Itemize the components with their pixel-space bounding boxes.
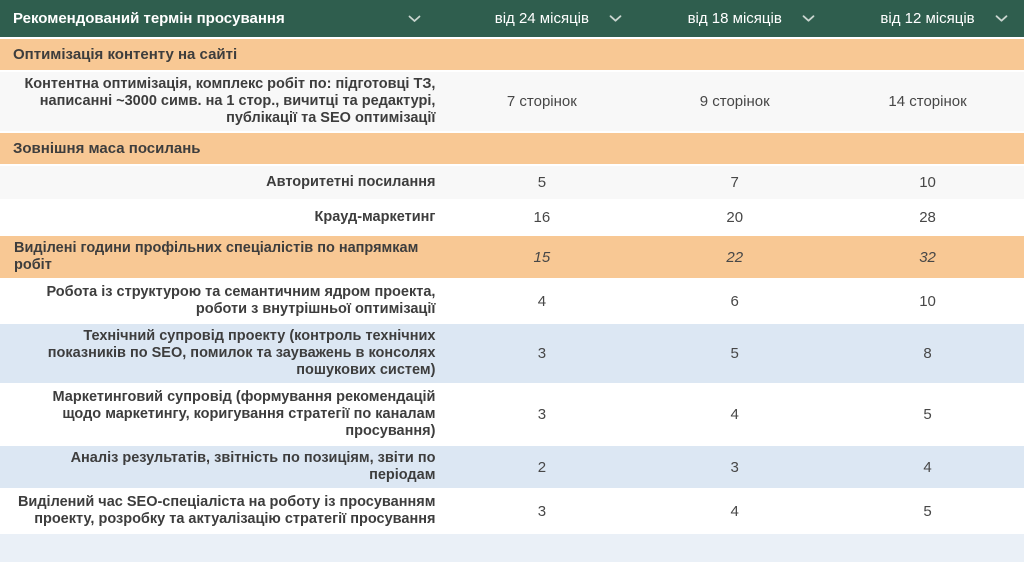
row-value-col-2: 5 xyxy=(923,406,932,423)
seo-pricing-table: Рекомендований термін просування від 24 … xyxy=(0,0,1024,570)
row-label: Аналіз результатів, звітність по позиція… xyxy=(70,450,436,483)
row-value-col-2: 10 xyxy=(919,292,936,310)
chevron-down-icon[interactable] xyxy=(408,15,421,23)
row-label-cell: Авторитетні посилання xyxy=(0,170,445,195)
table-header-row: Рекомендований термін просування від 24 … xyxy=(0,0,1024,39)
row-value-col-2: 5 xyxy=(923,502,932,520)
table-row: Робота із структурою та семантичним ядро… xyxy=(0,280,1024,324)
row-value-col-0: 5 xyxy=(537,174,547,191)
row-label-cell: Маркетинговий супровід (формування реком… xyxy=(0,389,445,440)
row-value-col-1: 4 xyxy=(730,406,739,423)
column-header-label: від 24 місяців xyxy=(494,10,589,27)
row-value-col-0: 3 xyxy=(537,406,547,423)
column-header-0[interactable]: від 24 місяців xyxy=(445,10,638,27)
row-label-cell: Крауд-маркетинг xyxy=(0,205,445,230)
chevron-down-icon[interactable] xyxy=(995,14,1008,22)
row-value-col-1: 4 xyxy=(730,502,739,520)
row-label-cell: Контентна оптимізація, комплекс робіт по… xyxy=(0,76,445,127)
row-value-col-0: 16 xyxy=(533,209,551,226)
row-label: Технічний супровід проекту (контроль тех… xyxy=(47,328,436,378)
table-row: Авторитетні посилання 5 7 10 xyxy=(0,166,1024,201)
row-value-col-2: 32 xyxy=(919,248,936,266)
table-row: Аналіз результатів, звітність по позиція… xyxy=(0,446,1024,490)
section-title: Оптимізація контенту на сайті xyxy=(13,46,238,63)
table-row: Виділений час SEO-спеціаліста на роботу … xyxy=(0,490,1024,534)
header-title-cell[interactable]: Рекомендований термін просування xyxy=(0,10,445,27)
row-label-cell: Виділений час SEO-спеціаліста на роботу … xyxy=(0,494,445,528)
row-value-col-1: 6 xyxy=(730,292,739,310)
chevron-down-icon[interactable] xyxy=(609,14,622,22)
row-value-col-2: 8 xyxy=(923,345,932,362)
table-row: Технічний супровід проекту (контроль тех… xyxy=(0,324,1024,385)
row-value-col-0: 15 xyxy=(533,248,551,266)
row-label: Авторитетні посилання xyxy=(266,174,436,190)
row-value-col-1: 5 xyxy=(730,345,739,362)
column-header-label: від 18 місяців xyxy=(687,10,782,27)
table-row: Крауд-маркетинг 16 20 28 xyxy=(0,201,1024,236)
row-label-cell: Виділені години профільних спеціалістів … xyxy=(0,240,445,274)
section-title: Зовнішня маса посилань xyxy=(13,140,201,157)
row-value-col-1: 20 xyxy=(726,209,744,226)
row-label-cell: Робота із структурою та семантичним ядро… xyxy=(0,284,445,318)
row-label: Виділений час SEO-спеціаліста на роботу … xyxy=(17,494,436,527)
row-label: Виділені години профільних спеціалістів … xyxy=(14,240,419,273)
row-label: Крауд-маркетинг xyxy=(314,209,436,225)
column-header-2[interactable]: від 12 місяців xyxy=(831,10,1024,27)
row-label: Контентна оптимізація, комплекс робіт по… xyxy=(24,76,436,126)
row-value-col-2: 28 xyxy=(919,209,936,226)
row-label: Маркетинговий супровід (формування реком… xyxy=(52,389,436,439)
table-row: Маркетинговий супровід (формування реком… xyxy=(0,385,1024,446)
row-value-col-0: 3 xyxy=(537,345,547,362)
row-value-col-0: 3 xyxy=(537,502,547,520)
row-value-col-1: 22 xyxy=(726,248,744,266)
row-label: Робота із структурою та семантичним ядро… xyxy=(46,284,436,317)
row-value-col-0: 7 сторінок xyxy=(506,93,577,110)
row-value-col-2: 14 сторінок xyxy=(888,93,967,110)
row-value-col-1: 7 xyxy=(730,174,739,191)
row-value-col-1: 3 xyxy=(730,458,739,476)
row-value-col-2: 10 xyxy=(919,174,936,191)
section-header-row: Оптимізація контенту на сайті xyxy=(0,39,1024,72)
row-value-col-2: 4 xyxy=(923,458,932,476)
row-value-col-1: 9 сторінок xyxy=(699,93,770,110)
table-body: Оптимізація контенту на сайті Контентна о… xyxy=(0,39,1024,564)
section-header-row: Зовнішня маса посилань xyxy=(0,133,1024,166)
row-label-cell: Аналіз результатів, звітність по позиція… xyxy=(0,450,445,484)
column-header-label: від 12 місяців xyxy=(880,10,975,27)
row-value-col-0: 4 xyxy=(537,292,547,310)
table-row: Виділені години профільних спеціалістів … xyxy=(0,236,1024,280)
header-title: Рекомендований термін просування xyxy=(13,10,285,27)
partial-next-row xyxy=(0,534,1024,564)
table-row: Контентна оптимізація, комплекс робіт по… xyxy=(0,72,1024,133)
row-value-col-0: 2 xyxy=(537,458,547,476)
chevron-down-icon[interactable] xyxy=(802,14,815,22)
row-label-cell: Технічний супровід проекту (контроль тех… xyxy=(0,328,445,379)
column-header-1[interactable]: від 18 місяців xyxy=(638,10,831,27)
